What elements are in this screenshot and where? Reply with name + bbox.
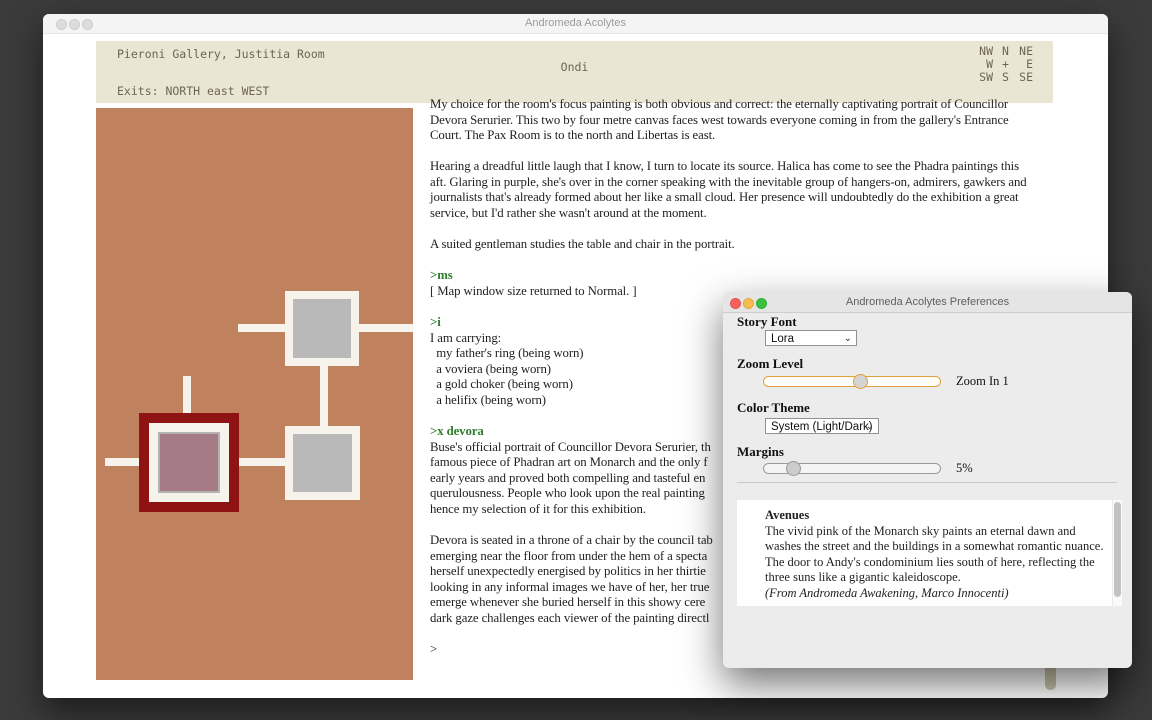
- zoom-level-slider[interactable]: [763, 376, 941, 387]
- desktop-background: Andromeda Acolytes Pieroni Gallery, Just…: [0, 0, 1152, 720]
- color-theme-select[interactable]: System (Light/Dark) ⌄: [765, 418, 879, 434]
- map-connection-north-current: [183, 376, 191, 413]
- story-font-select[interactable]: Lora ⌄: [765, 330, 857, 346]
- preferences-titlebar[interactable]: Andromeda Acolytes Preferences: [723, 292, 1132, 313]
- map-room-east: [285, 426, 360, 500]
- command-echo: >ms: [430, 268, 1038, 284]
- status-bar: Pieroni Gallery, Justitia Room Ondi Exit…: [96, 41, 1053, 103]
- map-connection-east-current: [239, 458, 285, 466]
- compass-n: N: [1001, 44, 1010, 57]
- story-font-label: Story Font: [737, 314, 797, 330]
- game-window-titlebar[interactable]: Andromeda Acolytes: [43, 14, 1108, 34]
- map-connection-vertical: [320, 366, 328, 426]
- map-connection-west-top: [238, 324, 285, 332]
- color-theme-value: System (Light/Dark): [771, 421, 873, 433]
- zoom-level-value: Zoom In 1: [956, 374, 1009, 389]
- map-room-north: [285, 291, 359, 366]
- map-room-current: [139, 413, 239, 512]
- story-paragraph: Hearing a dreadful little laugh that I k…: [430, 159, 1038, 221]
- map-room-current-fill: [160, 434, 218, 491]
- compass-w: W: [978, 57, 993, 70]
- font-preview-pane: Avenues The vivid pink of the Monarch sk…: [737, 500, 1122, 606]
- map-connection-west-current: [105, 458, 139, 466]
- story-paragraph: My choice for the room's focus painting …: [430, 97, 1038, 144]
- compass-s: S: [1001, 70, 1010, 83]
- preferences-title: Andromeda Acolytes Preferences: [723, 296, 1132, 308]
- margins-label: Margins: [737, 444, 784, 460]
- color-theme-label: Color Theme: [737, 400, 810, 416]
- compass-rose: NW N NE W + E SW S SE: [978, 44, 1033, 83]
- map-connection-east-top: [359, 324, 413, 332]
- exits-list: Exits: NORTH east WEST: [117, 84, 269, 98]
- preview-heading: Avenues: [765, 508, 1110, 524]
- compass-e: E: [1018, 57, 1033, 70]
- map-room-east-fill: [293, 434, 352, 492]
- map-room-north-fill: [293, 299, 351, 358]
- compass-sw: SW: [978, 70, 993, 83]
- window-title: Andromeda Acolytes: [43, 17, 1108, 29]
- story-font-value: Lora: [771, 333, 794, 345]
- margins-value: 5%: [956, 461, 973, 476]
- preview-scrollbar-thumb[interactable]: [1114, 502, 1121, 597]
- compass-nw: NW: [978, 44, 993, 57]
- character-name: Ondi: [96, 60, 1053, 74]
- story-paragraph: A suited gentleman studies the table and…: [430, 237, 1038, 253]
- preview-body: The vivid pink of the Monarch sky paints…: [765, 524, 1110, 586]
- preview-scrollbar[interactable]: [1112, 500, 1122, 606]
- preview-attribution: (From Andromeda Awakening, Marco Innocen…: [765, 586, 1110, 602]
- margins-slider[interactable]: [763, 463, 941, 474]
- zoom-level-label: Zoom Level: [737, 356, 803, 372]
- preferences-dialog: Andromeda Acolytes Preferences Story Fon…: [723, 292, 1132, 668]
- room-name: Pieroni Gallery, Justitia Room: [117, 47, 325, 61]
- compass-se: SE: [1018, 70, 1033, 83]
- zoom-slider-thumb[interactable]: [853, 374, 868, 389]
- margins-slider-thumb[interactable]: [786, 461, 801, 476]
- divider: [737, 482, 1117, 483]
- map-panel: [96, 108, 413, 680]
- compass-ne: NE: [1018, 44, 1033, 57]
- compass-center: +: [1001, 57, 1010, 70]
- chevron-down-icon: ⌄: [866, 419, 874, 435]
- chevron-down-icon: ⌄: [844, 331, 852, 347]
